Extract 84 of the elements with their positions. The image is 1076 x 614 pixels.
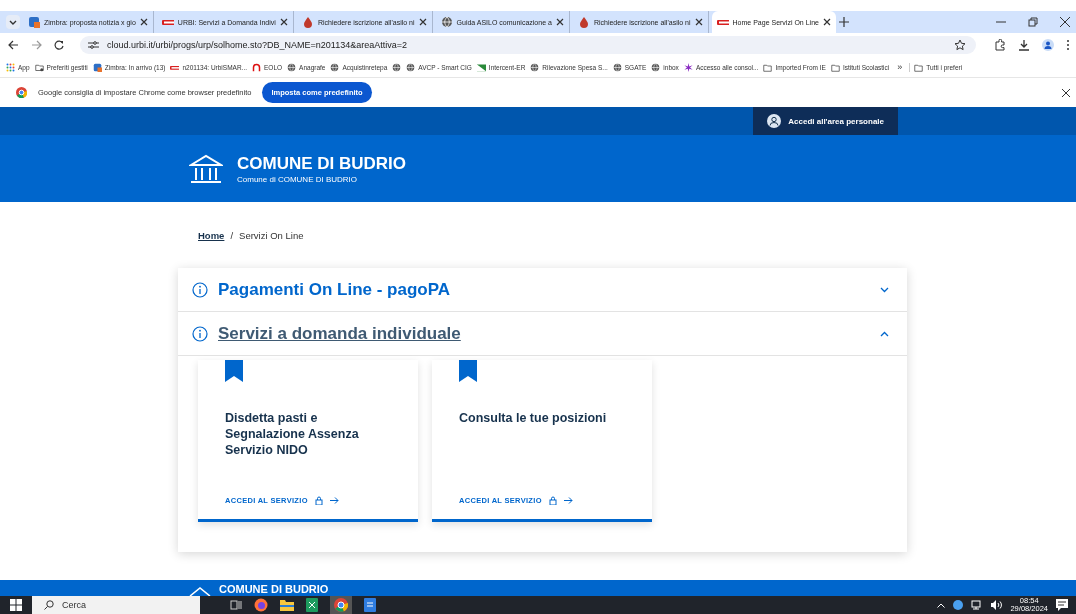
- globe-icon: [651, 62, 661, 72]
- restore-icon[interactable]: [1028, 17, 1038, 27]
- card-title: Disdetta pasti e Segnalazione Assenza Servizio NIDO: [225, 410, 360, 458]
- reload-icon[interactable]: [54, 40, 64, 50]
- drop-icon: [577, 16, 590, 28]
- network-icon[interactable]: [971, 600, 984, 610]
- puzzle-icon[interactable]: [994, 39, 1006, 51]
- login-button[interactable]: Accedi all'area personale: [753, 107, 898, 135]
- fox-browser-icon[interactable]: [254, 598, 268, 612]
- folder-icon: [830, 62, 840, 72]
- close-icon[interactable]: [694, 18, 703, 26]
- chevron-down-icon[interactable]: [6, 15, 20, 29]
- site-subtitle: Comune di COMUNE DI BUDRIO: [237, 174, 359, 184]
- chevron-down-icon: [880, 286, 889, 293]
- breadcrumb-current: Servizi On Line: [239, 229, 304, 241]
- accordion-header[interactable]: Servizi a domanda individuale: [178, 312, 907, 356]
- close-icon[interactable]: [279, 18, 288, 26]
- drop-icon: [301, 16, 314, 28]
- windows-start-icon[interactable]: [10, 599, 22, 611]
- folder-icon[interactable]: [280, 599, 294, 611]
- taskbar-search-field[interactable]: Cerca: [32, 596, 200, 614]
- close-icon[interactable]: [822, 18, 831, 26]
- globe-icon: [392, 62, 402, 72]
- accordion-title: Pagamenti On Line - pagoPA: [218, 279, 451, 300]
- close-icon[interactable]: [1062, 88, 1070, 97]
- breadcrumb-link[interactable]: Home: [198, 229, 225, 241]
- plus-icon[interactable]: [838, 17, 849, 27]
- mail-app-icon: [28, 16, 40, 28]
- task-view-icon[interactable]: [230, 599, 242, 611]
- accordion-title: Servizi a domanda individuale: [218, 323, 461, 344]
- bookmark[interactable]: [392, 62, 402, 72]
- card-title: Consulta le tue posizioni: [459, 410, 608, 426]
- breadcrumb-separator: /: [230, 229, 234, 241]
- site-settings-icon[interactable]: [88, 40, 99, 50]
- footer-title: COMUNE DI BUDRIO: [219, 583, 329, 596]
- user-icon: [767, 114, 782, 128]
- close-icon[interactable]: [1060, 17, 1070, 27]
- close-icon[interactable]: [139, 18, 148, 26]
- notification-icon[interactable]: [1056, 599, 1068, 611]
- arch-icon: [252, 62, 261, 72]
- mail-app-icon: [92, 62, 102, 72]
- address-bar[interactable]: cloud.urbi.it/urbi/progs/urp/solhome.sto?DB_NAME=n201134&areaAttiva=2: [80, 36, 976, 54]
- search-icon: [44, 600, 54, 610]
- close-icon[interactable]: [418, 18, 427, 26]
- info-icon: [192, 281, 208, 298]
- site-title: COMUNE DI BUDRIO: [237, 153, 407, 174]
- globe-icon[interactable]: [953, 600, 964, 610]
- globe-icon: [287, 62, 297, 72]
- lock-icon: [314, 496, 323, 505]
- profile-icon[interactable]: [1042, 39, 1054, 51]
- globe-icon: [330, 62, 340, 72]
- lock-icon: [548, 496, 557, 505]
- globe-icon: [406, 62, 416, 72]
- back-arrow-icon[interactable]: [8, 40, 19, 50]
- arrow-right-icon: [329, 497, 339, 504]
- info-icon: [192, 325, 208, 342]
- browser-logo-icon[interactable]: [334, 598, 348, 612]
- flag-icon: [476, 62, 486, 72]
- more-bookmarks-button[interactable]: »: [897, 62, 903, 72]
- close-icon[interactable]: [555, 18, 564, 26]
- building-icon: [189, 586, 211, 596]
- speaker-icon[interactable]: [991, 600, 1003, 610]
- globe-icon: [612, 62, 622, 72]
- star-icon[interactable]: [954, 39, 966, 51]
- browser-logo-icon: [16, 87, 27, 98]
- document-app-icon[interactable]: [364, 598, 376, 612]
- building-icon: [189, 153, 223, 184]
- folder-icon: [914, 62, 924, 72]
- spreadsheet-icon[interactable]: [306, 598, 318, 612]
- download-icon[interactable]: [1018, 39, 1030, 51]
- arrow-right-icon: [563, 497, 573, 504]
- globe-icon: [440, 16, 453, 28]
- url-text: cloud.urbi.it/urbi/progs/urp/solhome.sto?DB_NAME=n201134&areaAttiva=2: [107, 40, 407, 50]
- apps-grid-icon: [6, 62, 15, 72]
- search-placeholder: Cerca: [62, 600, 86, 610]
- more-vertical-icon[interactable]: [1066, 39, 1070, 51]
- chevron-up-icon[interactable]: [937, 602, 946, 608]
- accordion-header[interactable]: Pagamenti On Line - pagoPA: [178, 268, 907, 312]
- globe-icon: [530, 62, 540, 72]
- folder-gear-icon: [34, 62, 44, 72]
- forward-arrow-icon[interactable]: [31, 40, 42, 50]
- chevron-up-icon: [880, 330, 889, 337]
- asterisk-icon: [683, 62, 693, 72]
- folder-icon: [763, 62, 773, 72]
